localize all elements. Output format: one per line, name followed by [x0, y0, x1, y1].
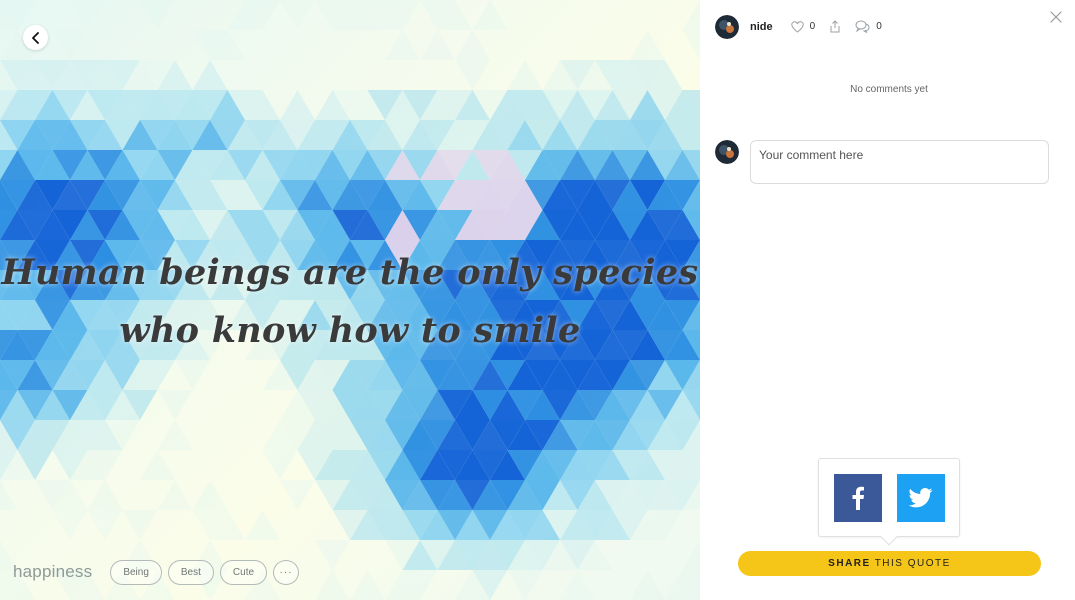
comment-input[interactable]: [750, 140, 1049, 184]
background-triangle: [630, 30, 665, 60]
share-popup: [818, 458, 960, 546]
background-triangle: [140, 450, 175, 480]
background-triangle: [315, 540, 350, 570]
close-icon[interactable]: [1049, 10, 1063, 24]
avatar: [715, 140, 739, 164]
heart-icon: [790, 20, 804, 33]
author-name[interactable]: nide: [750, 21, 773, 33]
background-triangle: [52, 30, 88, 60]
more-tags-button[interactable]: ···: [273, 559, 300, 585]
share-label-rest: THIS QUOTE: [874, 558, 951, 569]
background-triangle: [682, 30, 700, 60]
background-triangle: [315, 570, 350, 600]
background-triangle: [507, 570, 543, 600]
background-triangle: [280, 90, 315, 120]
comment-composer: [715, 140, 1049, 184]
tag-cute[interactable]: Cute: [219, 559, 268, 585]
speech-bubbles-icon: [855, 20, 870, 33]
avatar-image: [715, 14, 739, 39]
background-triangle: [157, 390, 193, 420]
background-triangle: [52, 510, 88, 540]
background-triangle: [682, 540, 700, 570]
avatar[interactable]: [715, 14, 739, 39]
twitter-icon: [909, 488, 933, 508]
avatar-image: [715, 140, 739, 164]
background-triangle: [630, 570, 665, 600]
background-triangle: [682, 0, 700, 30]
background-triangle: [245, 510, 280, 540]
quote-text: Human beings are the only species who kn…: [0, 244, 700, 360]
background-triangle: [280, 0, 315, 30]
quote-line-1: Human beings are the only species: [1, 252, 699, 293]
background-triangle: [455, 60, 490, 90]
background-triangle: [157, 420, 193, 450]
background-triangle: [420, 30, 455, 60]
back-button[interactable]: [23, 25, 48, 50]
no-comments-text: No comments yet: [850, 84, 928, 95]
chevron-left-icon: [31, 31, 39, 44]
tag-best[interactable]: Best: [167, 559, 214, 585]
background-triangle: [280, 480, 315, 510]
quote-image: Human beings are the only species who kn…: [0, 0, 700, 600]
twitter-share-button[interactable]: [897, 474, 945, 522]
comments-button[interactable]: 0: [855, 20, 882, 33]
author-row: nide 0 0: [715, 14, 896, 39]
background-triangle: [472, 0, 508, 30]
like-count: 0: [809, 21, 816, 32]
background-triangle: [140, 0, 175, 30]
background-triangle: [192, 480, 228, 510]
category-label[interactable]: happiness: [13, 562, 92, 582]
background-triangle: [87, 480, 123, 510]
background-triangle: [157, 480, 193, 510]
background-triangle: [122, 510, 158, 540]
like-button[interactable]: 0: [790, 20, 816, 33]
share-quote-button[interactable]: SHARE THIS QUOTE: [738, 551, 1041, 576]
background-triangle: [175, 360, 210, 390]
background-triangle: [455, 30, 490, 60]
comment-count: 0: [876, 21, 882, 32]
background-triangle: [70, 0, 105, 30]
background-triangle: [385, 30, 420, 60]
facebook-icon: [852, 486, 864, 510]
quote-line-2: who know how to smile: [119, 310, 581, 351]
facebook-share-button[interactable]: [834, 474, 882, 522]
background-triangle: [560, 570, 595, 600]
share-icon[interactable]: [829, 20, 841, 33]
quote-footer: happiness Being Best Cute ···: [13, 559, 300, 585]
background-triangle: [350, 570, 385, 600]
background-triangle: [507, 60, 543, 90]
background-triangle: [87, 510, 123, 540]
background-triangle: [192, 60, 228, 90]
background-triangle: [0, 480, 18, 510]
tag-being[interactable]: Being: [110, 559, 162, 585]
background-triangle: [262, 450, 298, 480]
share-label-bold: SHARE: [828, 558, 871, 569]
